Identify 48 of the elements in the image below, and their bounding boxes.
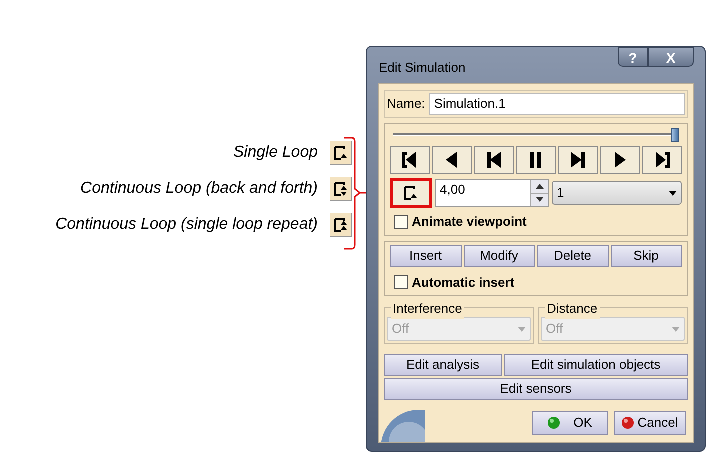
step-select-value: 1 [557, 184, 564, 202]
name-field[interactable]: Simulation.1 [429, 93, 685, 115]
loop-mode-button[interactable] [390, 178, 432, 208]
name-label: Name: [387, 95, 426, 114]
player-button[interactable] [516, 146, 556, 174]
dropdown-caret-icon [672, 326, 680, 332]
player-button[interactable] [642, 146, 682, 174]
edit-analysis-button[interactable]: Edit analysis [384, 354, 502, 376]
step-dropdown[interactable]: 1 [552, 181, 682, 205]
player-button[interactable] [432, 146, 472, 174]
animate-viewpoint-label: Animate viewpoint [412, 213, 527, 231]
automatic-insert-label: Automatic insert [412, 274, 515, 292]
dropdown-caret-icon [669, 190, 677, 196]
record-button[interactable]: Modify [464, 244, 535, 266]
edit-objects-button[interactable]: Edit simulation objects [504, 354, 688, 376]
cancel-button[interactable]: Cancel [614, 411, 686, 435]
step-value: 4,00 [439, 181, 466, 199]
edit-sensors-button[interactable]: Edit sensors [384, 378, 688, 400]
ok-status-icon [548, 417, 560, 429]
player-button[interactable] [390, 146, 430, 174]
player-button[interactable] [600, 146, 640, 174]
record-button[interactable]: Delete [537, 244, 608, 266]
group-value: Off [392, 320, 410, 338]
dropdown-caret-icon [518, 326, 526, 332]
step-spinbox[interactable]: 4,00 [435, 179, 549, 207]
animate-viewpoint-checkbox[interactable] [394, 214, 408, 229]
time-slider[interactable] [393, 128, 679, 142]
spin-down-icon[interactable] [531, 194, 548, 206]
record-button[interactable]: Insert [390, 244, 462, 266]
loop-icon [332, 216, 348, 232]
window-title: Edit Simulation [378, 59, 466, 78]
loop-icon [332, 144, 348, 160]
step-forward-icon [568, 150, 588, 170]
step-backward-icon [484, 150, 504, 170]
annotation-label: Single Loop [233, 143, 318, 163]
group-value: Off [546, 320, 564, 338]
slider-thumb[interactable] [671, 128, 679, 142]
ok-button[interactable]: OK [532, 411, 608, 435]
annotation-label: Continuous Loop (back and forth) [80, 179, 318, 199]
spin-up-icon[interactable] [531, 180, 548, 194]
player-button[interactable] [474, 146, 514, 174]
annotation-label: Continuous Loop (single loop repeat) [56, 215, 318, 235]
cancel-status-icon [622, 417, 634, 429]
player-button[interactable] [558, 146, 598, 174]
loop-icon [403, 185, 419, 201]
loop-icon [332, 180, 348, 196]
automatic-insert-checkbox[interactable] [394, 275, 408, 290]
record-button[interactable]: Skip [610, 244, 682, 266]
